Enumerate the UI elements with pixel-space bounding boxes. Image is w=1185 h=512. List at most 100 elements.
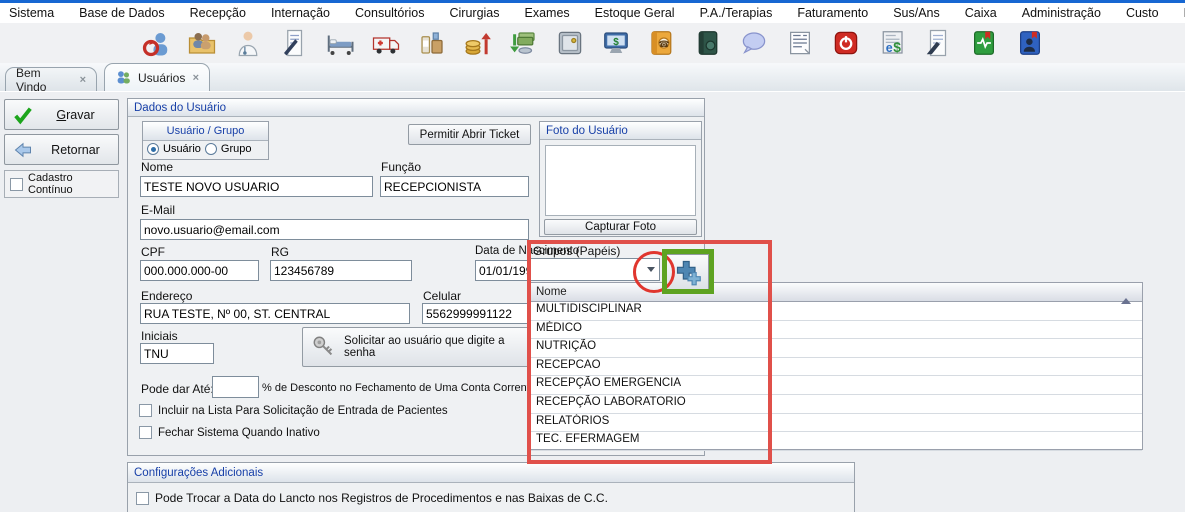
contract-icon[interactable]: [277, 26, 311, 60]
cpf-label: CPF: [141, 245, 165, 259]
grupos-list: Nome MULTIDISCIPLINARMÉDICONUTRIÇÃORECEP…: [530, 282, 1143, 450]
option-label: Fechar Sistema Quando Inativo: [158, 427, 320, 439]
option-row: Incluir na Lista Para Solicitação de Ent…: [139, 404, 448, 417]
menu-item[interactable]: Sus/Ans: [893, 6, 940, 20]
phone-book-icon[interactable]: ☎: [645, 26, 679, 60]
list-item[interactable]: MULTIDISCIPLINAR: [531, 302, 1142, 321]
add-group-button[interactable]: [666, 254, 709, 290]
solicitar-senha-label: Solicitar ao usuário que digite a senha: [344, 335, 531, 359]
menu-item[interactable]: Custo: [1126, 6, 1159, 20]
email-input[interactable]: [140, 219, 529, 240]
solicitar-senha-button[interactable]: Solicitar ao usuário que digite a senha: [302, 327, 540, 367]
config-option-checkbox[interactable]: [136, 492, 149, 505]
app-window: Sistema Base de Dados Recepção Internação Co…: [0, 0, 1185, 512]
funcao-label: Função: [381, 160, 421, 174]
tab-usuarios[interactable]: Usuários ×: [104, 63, 210, 91]
config-option-row: Pode Trocar a Data do Lancto nos Registr…: [136, 491, 854, 505]
menu-item[interactable]: Faturamento: [797, 6, 868, 20]
email-label: E-Mail: [141, 203, 175, 217]
option-checkbox[interactable]: [139, 404, 152, 417]
invoice-icon[interactable]: [783, 26, 817, 60]
rg-label: RG: [271, 245, 289, 259]
option-checkbox[interactable]: [139, 426, 152, 439]
ledger-book-icon[interactable]: [691, 26, 725, 60]
user-log-icon[interactable]: [1013, 26, 1047, 60]
grupos-label: Grupos (Papéis): [533, 244, 620, 258]
menu-item[interactable]: Caixa: [965, 6, 997, 20]
cpf-input[interactable]: [140, 260, 259, 281]
back-arrow-icon: [13, 140, 33, 160]
list-item[interactable]: NUTRIÇÃO: [531, 339, 1142, 358]
svg-text:$: $: [613, 37, 619, 48]
supplies-icon[interactable]: [415, 26, 449, 60]
menu-item[interactable]: Administração: [1022, 6, 1101, 20]
retornar-button[interactable]: Retornar: [4, 134, 119, 165]
users-folder-icon[interactable]: [185, 26, 219, 60]
svg-text:e: e: [885, 41, 892, 55]
health-log-icon[interactable]: [967, 26, 1001, 60]
chat-icon[interactable]: [737, 26, 771, 60]
gravar-button[interactable]: Gravar: [4, 99, 119, 130]
billing-monitor-icon[interactable]: $: [599, 26, 633, 60]
menu-item[interactable]: Exames: [525, 6, 570, 20]
close-icon[interactable]: ×: [193, 72, 199, 84]
menu-item[interactable]: Estoque Geral: [595, 6, 675, 20]
option-row: Fechar Sistema Quando Inativo: [139, 426, 448, 439]
key-icon: [311, 334, 337, 360]
tab-bem-vindo[interactable]: Bem Vindo ×: [5, 67, 97, 91]
money-out-icon[interactable]: [507, 26, 541, 60]
sort-ascending-icon[interactable]: [1121, 286, 1131, 298]
hospital-bed-icon[interactable]: [323, 26, 357, 60]
cadastro-continuo-checkbox[interactable]: [10, 178, 23, 191]
panel-title: Dados do Usuário: [134, 102, 226, 114]
nome-input[interactable]: [140, 176, 373, 197]
safe-icon[interactable]: [553, 26, 587, 60]
menu-item[interactable]: Cirurgias: [450, 6, 500, 20]
money-in-icon[interactable]: [461, 26, 495, 60]
celular-label: Celular: [423, 289, 461, 303]
iniciais-input[interactable]: [140, 343, 214, 364]
grupos-combo[interactable]: [530, 258, 660, 281]
sign-document-icon[interactable]: [921, 26, 955, 60]
ambulance-icon[interactable]: [369, 26, 403, 60]
usuario-grupo-box: Usuário / Grupo Usuário Grupo: [142, 121, 269, 160]
funcao-input[interactable]: [380, 176, 529, 197]
list-item[interactable]: TEC. EFERMAGEM: [531, 432, 1142, 451]
desconto-input[interactable]: [212, 376, 259, 398]
users-icon: [115, 69, 132, 86]
e-billing-icon[interactable]: e$: [875, 26, 909, 60]
menu-item[interactable]: Consultórios: [355, 6, 424, 20]
capturar-foto-button[interactable]: Capturar Foto: [544, 219, 697, 235]
option-label: Incluir na Lista Para Solicitação de Ent…: [158, 405, 448, 417]
celular-input[interactable]: [422, 303, 530, 324]
capturar-foto-label: Capturar Foto: [585, 221, 656, 233]
menu-item[interactable]: Sistema: [9, 6, 54, 20]
chevron-down-icon[interactable]: [643, 259, 659, 280]
menu-item[interactable]: Base de Dados: [79, 6, 164, 20]
cadastro-continuo-panel: Cadastro Contínuo: [4, 170, 119, 198]
power-icon[interactable]: [829, 26, 863, 60]
foto-usuario-title-text: Foto do Usuário: [546, 125, 628, 137]
list-item[interactable]: MÉDICO: [531, 321, 1142, 340]
usuario-grupo-radios: Usuário Grupo: [143, 141, 268, 157]
menu-item[interactable]: P.A./Terapias: [700, 6, 773, 20]
permitir-abrir-ticket-button[interactable]: Permitir Abrir Ticket: [408, 124, 531, 145]
radio-usuario[interactable]: [147, 143, 159, 155]
radio-grupo[interactable]: [205, 143, 217, 155]
retornar-label: Retornar: [41, 143, 110, 157]
radio-usuario-label: Usuário: [163, 143, 201, 155]
menu-item[interactable]: Recepção: [190, 6, 246, 20]
grupos-list-header-label: Nome: [536, 286, 567, 298]
endereco-input[interactable]: [140, 303, 410, 324]
cadastro-continuo-label: Cadastro Contínuo: [28, 172, 113, 196]
users-sync-icon[interactable]: [139, 26, 173, 60]
grupos-list-header[interactable]: Nome: [531, 283, 1142, 302]
menu-item[interactable]: Internação: [271, 6, 330, 20]
list-item[interactable]: RECEPÇÃO LABORATORIO: [531, 395, 1142, 414]
list-item[interactable]: RECEPCAO: [531, 358, 1142, 377]
list-item[interactable]: RELATÓRIOS: [531, 414, 1142, 433]
rg-input[interactable]: [270, 260, 412, 281]
close-icon[interactable]: ×: [80, 74, 86, 86]
list-item[interactable]: RECEPÇÃO EMERGENCIA: [531, 376, 1142, 395]
doctor-icon[interactable]: [231, 26, 265, 60]
